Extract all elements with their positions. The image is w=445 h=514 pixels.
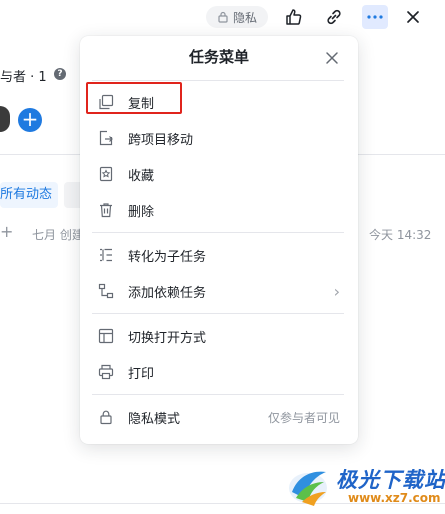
task-menu: 任务菜单 复制 跨项目移动 收藏 删除 转化为子任务 添加依赖任务 › 切换打开… bbox=[80, 36, 358, 444]
menu-divider bbox=[92, 313, 344, 314]
lock-icon bbox=[96, 407, 116, 427]
layout-icon bbox=[96, 326, 116, 346]
menu-item-label: 打印 bbox=[128, 366, 155, 382]
help-icon[interactable]: ? bbox=[54, 68, 66, 80]
menu-item-move-across-projects[interactable]: 跨项目移动 bbox=[88, 121, 350, 155]
tab-all-activity[interactable]: 所有动态 bbox=[0, 182, 58, 208]
menu-item-label: 切换打开方式 bbox=[128, 330, 207, 346]
activity-created-text: 七月 创建 bbox=[32, 228, 84, 242]
privacy-label: 隐私 bbox=[232, 10, 257, 25]
privacy-chip[interactable]: 隐私 bbox=[206, 6, 268, 28]
menu-item-label: 复制 bbox=[128, 96, 155, 112]
top-toolbar: 隐私 bbox=[0, 0, 445, 34]
menu-item-privacy-mode[interactable]: 隐私模式 仅参与者可见 bbox=[88, 400, 350, 434]
thumbs-up-icon[interactable] bbox=[283, 6, 305, 28]
copy-icon bbox=[96, 92, 116, 112]
printer-icon bbox=[96, 362, 116, 382]
close-icon[interactable] bbox=[402, 6, 424, 28]
menu-item-convert-to-subtask[interactable]: 转化为子任务 bbox=[88, 238, 350, 272]
dependency-icon bbox=[96, 281, 116, 301]
menu-item-favorite[interactable]: 收藏 bbox=[88, 157, 350, 191]
watermark-url: www.xz7.com bbox=[348, 491, 441, 505]
menu-item-print[interactable]: 打印 bbox=[88, 355, 350, 389]
menu-divider bbox=[92, 80, 344, 81]
menu-divider bbox=[92, 232, 344, 233]
menu-title: 任务菜单 bbox=[188, 48, 249, 66]
move-icon bbox=[96, 128, 116, 148]
menu-divider bbox=[92, 394, 344, 395]
menu-item-switch-open-mode[interactable]: 切换打开方式 bbox=[88, 319, 350, 353]
subtask-icon bbox=[96, 245, 116, 265]
close-icon[interactable] bbox=[323, 49, 341, 67]
privacy-mode-status: 仅参与者可见 bbox=[267, 410, 340, 425]
menu-item-label: 隐私模式 bbox=[128, 411, 181, 427]
trash-icon bbox=[96, 200, 116, 220]
chevron-right-icon: › bbox=[333, 281, 340, 301]
more-icon[interactable] bbox=[362, 5, 388, 29]
link-icon[interactable] bbox=[323, 6, 345, 28]
lock-icon bbox=[217, 11, 229, 23]
activity-plus-icon: + bbox=[0, 222, 14, 241]
watermark-title: 极光下载站 bbox=[336, 468, 445, 492]
menu-item-label: 删除 bbox=[128, 204, 155, 220]
activity-time: 今天 14:32 bbox=[369, 228, 432, 242]
aurora-logo-icon bbox=[286, 462, 332, 508]
menu-item-delete[interactable]: 删除 bbox=[88, 193, 350, 227]
menu-item-label: 转化为子任务 bbox=[128, 249, 207, 265]
menu-item-label: 收藏 bbox=[128, 168, 155, 184]
watermark-logo: 极光下载站 www.xz7.com bbox=[286, 460, 445, 510]
menu-item-add-dependency[interactable]: 添加依赖任务 › bbox=[88, 274, 350, 308]
star-bookmark-icon bbox=[96, 164, 116, 184]
add-participant-button[interactable]: + bbox=[18, 108, 42, 132]
participants-label: 与者 · 1 bbox=[0, 70, 47, 85]
menu-item-label: 添加依赖任务 bbox=[128, 285, 207, 301]
avatar[interactable] bbox=[0, 106, 10, 132]
menu-item-copy[interactable]: 复制 bbox=[88, 85, 350, 119]
menu-item-label: 跨项目移动 bbox=[128, 132, 194, 148]
